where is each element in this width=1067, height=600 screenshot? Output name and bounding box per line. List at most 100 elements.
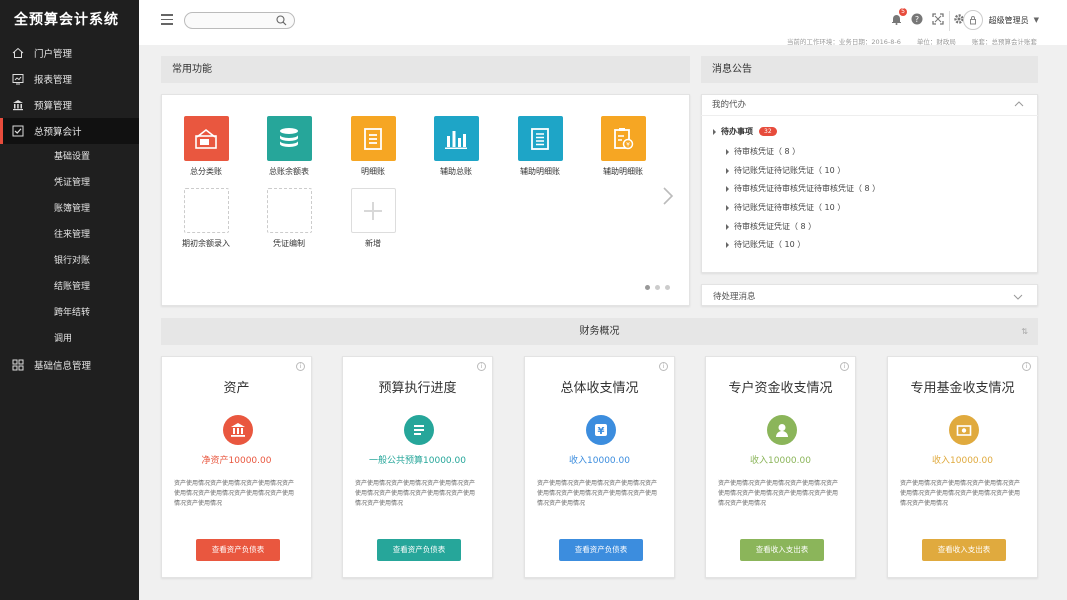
finance-card-value: 净资产10000.00 — [201, 456, 272, 466]
view-balance-sheet-button[interactable]: 查看资产负债表 — [196, 539, 280, 561]
chevron-right-icon[interactable] — [662, 186, 674, 209]
sidebar-subitem-voucher[interactable]: 凭证管理 — [0, 170, 139, 196]
todo-item[interactable]: 待审核凭证（ 8 ） — [726, 146, 800, 157]
my-todo-header[interactable]: 我的代办 — [701, 94, 1038, 116]
caret-right-icon — [726, 204, 729, 211]
function-aux-detail-ledger-2[interactable]: ¥ 辅助明细账 — [588, 116, 658, 177]
carousel-dot[interactable] — [645, 285, 650, 290]
cash-icon — [949, 415, 979, 445]
grid-icon — [12, 359, 24, 371]
function-label: 新增 — [365, 239, 381, 248]
todo-item-label: 待记账凭证（ 10 ） — [734, 240, 806, 249]
sidebar-item-general-budget-accounting[interactable]: 总预算会计 — [0, 118, 139, 144]
function-aux-general-ledger[interactable]: 辅助总账 — [421, 116, 491, 177]
menu-icon[interactable] — [161, 14, 173, 25]
function-general-ledger[interactable]: 总分类账 — [171, 116, 241, 177]
chevron-down-icon[interactable] — [1013, 293, 1023, 303]
home-icon — [12, 47, 24, 59]
function-ledger-balance[interactable]: 总账余额表 — [254, 116, 324, 177]
notification-badge: 5 — [899, 8, 907, 16]
finance-overview-header: 财务概况 ⇅ — [161, 318, 1038, 345]
chevron-up-icon[interactable] — [1014, 94, 1024, 116]
database-icon — [266, 116, 312, 161]
carousel-dot[interactable] — [665, 285, 670, 290]
business-date: 当前的工作环境：业务日期：2016-8-6 — [786, 38, 901, 46]
todo-group[interactable]: 待办事项 32 — [713, 126, 777, 137]
fullscreen-icon[interactable] — [932, 13, 944, 25]
function-label: 总分类账 — [190, 167, 222, 176]
placeholder-icon — [183, 188, 229, 233]
sidebar-subitem-closing[interactable]: 结账管理 — [0, 274, 139, 300]
user-menu[interactable]: 超级管理员 ▼ — [962, 10, 1039, 30]
info-icon[interactable]: i — [296, 362, 305, 371]
todo-title: 待办事项 — [721, 127, 753, 136]
info-icon[interactable]: i — [1022, 362, 1031, 371]
sidebar-item-portal[interactable]: 门户管理 — [0, 40, 139, 66]
my-todo-label: 我的代办 — [712, 100, 747, 110]
finance-card-description: 资产使用情况资产使用情况资产使用情况资产使用情况资产使用情况资产使用情况资产使用… — [718, 480, 839, 507]
finance-card-special-account: i 专户资金收支情况 收入10000.00 资产使用情况资产使用情况资产使用情况… — [705, 356, 856, 578]
finance-card-description: 资产使用情况资产使用情况资产使用情况资产使用情况资产使用情况资产使用情况资产使用… — [355, 480, 476, 507]
pending-messages-panel[interactable]: 待处理消息 — [701, 284, 1038, 306]
view-income-expense-button[interactable]: 查看收入支出表 — [922, 539, 1006, 561]
todo-item[interactable]: 待记账凭证（ 10 ） — [726, 239, 805, 250]
view-balance-sheet-button[interactable]: 查看资产负债表 — [559, 539, 643, 561]
finance-card-description: 资产使用情况资产使用情况资产使用情况资产使用情况资产使用情况资产使用情况资产使用… — [174, 480, 295, 507]
info-icon[interactable]: i — [659, 362, 668, 371]
caret-right-icon — [726, 223, 729, 230]
function-add[interactable]: 新增 — [338, 188, 408, 249]
search-input[interactable] — [184, 12, 295, 29]
todo-item[interactable]: 待审核凭证凭证（ 8 ） — [726, 221, 816, 232]
sidebar-item-basic-info[interactable]: 基础信息管理 — [0, 352, 139, 378]
caret-right-icon — [726, 185, 729, 192]
sidebar-item-reports[interactable]: 报表管理 — [0, 66, 139, 92]
avatar — [962, 10, 983, 30]
function-label: 总账余额表 — [269, 167, 309, 176]
search-icon[interactable] — [276, 15, 287, 29]
info-icon[interactable]: i — [477, 362, 486, 371]
sidebar-subitem-bank-reconciliation[interactable]: 银行对账 — [0, 248, 139, 274]
todo-item-label: 待记账凭证待审核凭证（ 10 ） — [734, 203, 846, 212]
finance-card-title: 资产 — [223, 381, 250, 396]
finance-card-assets: i 资产 净资产10000.00 资产使用情况资产使用情况资产使用情况资产使用情… — [161, 356, 312, 578]
sidebar-subitem-receivables[interactable]: 往来管理 — [0, 222, 139, 248]
wallet-icon — [183, 116, 229, 161]
help-icon[interactable]: ? — [911, 13, 923, 25]
info-icon[interactable]: i — [840, 362, 849, 371]
finance-card-title: 专用基金收支情况 — [910, 381, 1015, 396]
todo-item[interactable]: 待审核凭证待审核凭证待审核凭证（ 8 ） — [726, 183, 880, 194]
function-label: 凭证编制 — [273, 239, 305, 248]
sidebar-subitem-invoke[interactable]: 调用 — [0, 326, 139, 352]
sidebar-subitem-year-transfer[interactable]: 跨年结转 — [0, 300, 139, 326]
todo-item[interactable]: 待记账凭证待记账凭证（ 10 ） — [726, 165, 845, 176]
view-income-expense-button[interactable]: 查看收入支出表 — [740, 539, 824, 561]
bell-icon[interactable]: 5 — [890, 8, 907, 25]
sidebar-subitem-ledger[interactable]: 账簿管理 — [0, 196, 139, 222]
caret-right-icon — [726, 167, 729, 174]
function-opening-balance[interactable]: 期初余额录入 — [171, 188, 241, 249]
function-aux-detail-ledger[interactable]: 辅助明细账 — [505, 116, 575, 177]
svg-text:¥: ¥ — [598, 426, 605, 437]
sidebar-item-budget[interactable]: 预算管理 — [0, 92, 139, 118]
sidebar-subitem-basic-settings[interactable]: 基础设置 — [0, 144, 139, 170]
function-label: 辅助明细账 — [520, 167, 560, 176]
view-balance-sheet-button[interactable]: 查看资产负债表 — [377, 539, 461, 561]
svg-text:?: ? — [915, 15, 919, 24]
user-icon — [767, 415, 797, 445]
common-functions-header: 常用功能 — [161, 56, 690, 83]
refresh-icon[interactable]: ⇅ — [1021, 318, 1028, 345]
function-voucher-editing[interactable]: 凭证编制 — [254, 188, 324, 249]
sidebar-item-label: 报表管理 — [34, 75, 73, 86]
placeholder-icon — [266, 188, 312, 233]
todo-item-label: 待审核凭证（ 8 ） — [734, 147, 801, 156]
clipboard-money-icon: ¥ — [600, 116, 646, 161]
finance-card-overall-income-expense: i 总体收支情况 ¥ 收入10000.00 资产使用情况资产使用情况资产使用情况… — [524, 356, 675, 578]
function-label: 期初余额录入 — [182, 239, 230, 248]
toolbar-divider — [949, 11, 950, 31]
function-detail-ledger[interactable]: 明细账 — [338, 116, 408, 177]
todo-item[interactable]: 待记账凭证待审核凭证（ 10 ） — [726, 202, 845, 213]
todo-item-label: 待审核凭证凭证（ 8 ） — [734, 222, 817, 231]
carousel-dot[interactable] — [655, 285, 660, 290]
finance-card-title: 预算执行进度 — [378, 381, 457, 396]
sidebar-item-label: 门户管理 — [34, 49, 73, 60]
